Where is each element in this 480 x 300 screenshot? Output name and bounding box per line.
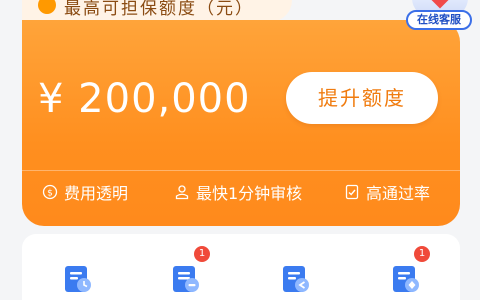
document-clock-icon xyxy=(65,266,91,292)
credit-amount: ¥ 200,000 xyxy=(38,76,251,122)
credit-card-panel: ¥ 200,000 提升额度 $ 费用透明 最快1分钟审核 高通过率 xyxy=(22,20,460,226)
feature-label: 高通过率 xyxy=(366,184,431,203)
feature-label: 费用透明 xyxy=(64,184,129,203)
svg-text:$: $ xyxy=(47,189,53,199)
online-service-button[interactable]: 在线客服 xyxy=(404,0,474,38)
online-service-label: 在线客服 xyxy=(406,10,472,30)
shortcut-document-list[interactable] xyxy=(170,264,202,294)
document-settings-icon xyxy=(393,266,419,292)
notification-badge: 1 xyxy=(194,246,210,262)
shortcut-document-clock[interactable] xyxy=(62,264,94,294)
feature-high-approval: 高通过率 xyxy=(344,181,430,203)
header-strip: 最高可担保额度（元） xyxy=(22,0,292,22)
guarantee-limit-label: 最高可担保额度（元） xyxy=(64,0,254,19)
approval-doc-icon xyxy=(345,184,359,200)
feature-fast-review: 最快1分钟审核 xyxy=(174,181,302,203)
feature-transparent-fees: $ 费用透明 xyxy=(42,181,128,203)
document-arrow-icon xyxy=(283,266,309,292)
feature-label: 最快1分钟审核 xyxy=(196,184,303,203)
document-list-icon xyxy=(173,266,199,292)
card-divider xyxy=(22,170,460,171)
raise-limit-button[interactable]: 提升额度 xyxy=(286,72,438,124)
person-icon xyxy=(175,185,189,200)
shortcut-row: 1 1 xyxy=(22,234,460,300)
notification-badge: 1 xyxy=(414,246,430,262)
dollar-circle-icon: $ xyxy=(42,184,58,200)
shortcut-document-settings[interactable] xyxy=(390,264,422,294)
header-dot-icon xyxy=(38,0,56,14)
shortcut-document-arrow[interactable] xyxy=(280,264,312,294)
